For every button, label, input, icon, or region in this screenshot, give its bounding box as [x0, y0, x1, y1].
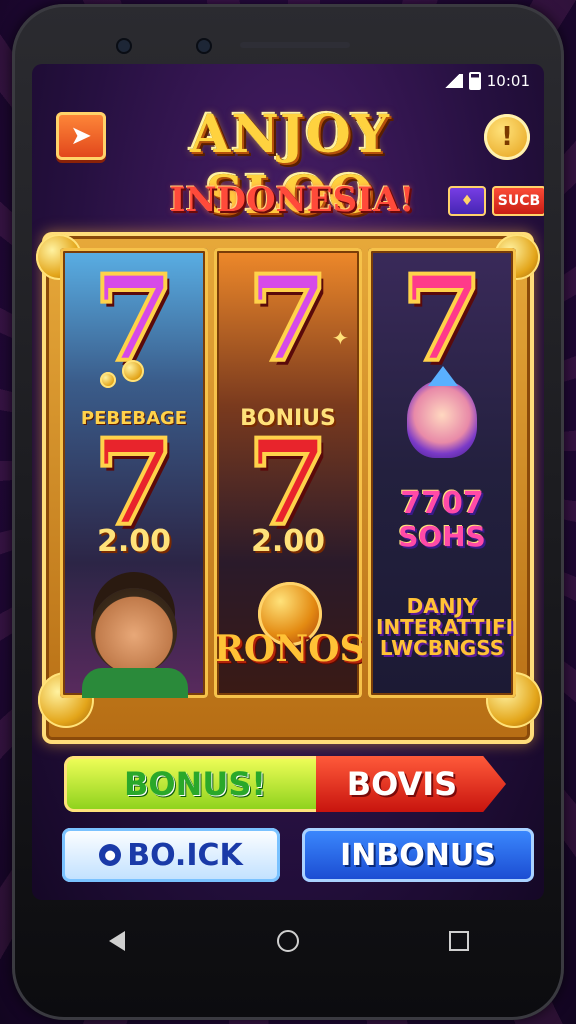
- reels-container: 7 PEBEBAGE 7 2.00 7 ✦ BONIUS 7 2.00 RONO…: [60, 248, 516, 698]
- bonus-bar: BONUS! BOVIS: [64, 756, 510, 812]
- speaker-grille: [240, 42, 350, 48]
- nav-home-button[interactable]: [268, 930, 308, 952]
- sucb-badge[interactable]: SUCB: [492, 186, 544, 216]
- boick-button[interactable]: ● BO.ICK: [62, 828, 280, 882]
- reel-2[interactable]: 7 ✦ BONIUS 7 2.00 RONOSS: [214, 248, 362, 698]
- reel1-amount: 2.00: [96, 524, 172, 559]
- sucb-label: SUCB: [497, 193, 541, 209]
- nav-home-icon: [276, 930, 299, 952]
- gift-icon: ♦: [460, 193, 474, 209]
- bonus-button[interactable]: BONUS!: [64, 756, 326, 812]
- system-nav-bar: [32, 906, 544, 976]
- back-button[interactable]: ➤: [56, 112, 106, 160]
- inbonus-label: INBONUS: [340, 837, 496, 873]
- battery-icon: [468, 72, 481, 90]
- coin-icon: [122, 360, 144, 382]
- signal-icon: [440, 74, 463, 88]
- reel2-bottom-label: RONOSS: [214, 628, 362, 670]
- demon-mask-icon: [407, 380, 477, 458]
- camera-icon: [116, 38, 132, 54]
- game-header: ➤ ANJOY SLOO ! INDONESIA! ♦ SUCB: [32, 104, 544, 232]
- reel-3[interactable]: 7 7707 SOHS DANJY INTERATTIFI LWCBNGSS: [368, 248, 516, 698]
- reel-1[interactable]: 7 PEBEBAGE 7 2.00: [60, 248, 208, 698]
- phone-frame: 10:01 ➤ ANJOY SLOO ! INDONESIA! ♦ SUCB 7…: [12, 4, 564, 1020]
- reel3-mid-sub: SOHS: [398, 520, 486, 553]
- inbonus-button[interactable]: INBONUS: [302, 828, 534, 882]
- character-body-icon: [82, 668, 188, 698]
- sensor-icon: [196, 38, 212, 54]
- coin-icon: [100, 372, 116, 388]
- gift-badge[interactable]: ♦: [448, 186, 486, 216]
- info-icon: !: [501, 122, 513, 152]
- game-subtitle: INDONESIA!: [169, 180, 415, 220]
- nav-recents-icon: [448, 931, 469, 951]
- reel3-mid-label: 7707: [400, 486, 484, 521]
- nav-back-button[interactable]: [97, 931, 137, 951]
- status-time: 10:01: [486, 72, 530, 90]
- info-button[interactable]: !: [484, 114, 530, 160]
- seven-symbol-icon: 7: [245, 249, 331, 388]
- game-screen: 10:01 ➤ ANJOY SLOO ! INDONESIA! ♦ SUCB 7…: [32, 64, 544, 900]
- character-man-icon: [91, 588, 177, 674]
- boick-label: BO.ICK: [127, 837, 243, 873]
- reel3-bottom-label: DANJY INTERATTIFI LWCBNGSS: [376, 594, 514, 660]
- sparkle-icon: ✦: [332, 326, 349, 350]
- nav-back-icon: [109, 931, 126, 951]
- reel2-amount: 2.00: [250, 524, 326, 559]
- seven-symbol-icon: 7: [399, 249, 485, 388]
- back-arrow-icon: ➤: [70, 121, 92, 151]
- play-icon: ●: [99, 844, 122, 866]
- nav-recents-button[interactable]: [439, 931, 479, 951]
- bonus-label: BONUS!: [124, 765, 266, 803]
- status-bar: 10:01: [440, 70, 530, 92]
- bovis-label: BOVIS: [346, 765, 458, 803]
- bovis-button[interactable]: BOVIS: [316, 756, 506, 812]
